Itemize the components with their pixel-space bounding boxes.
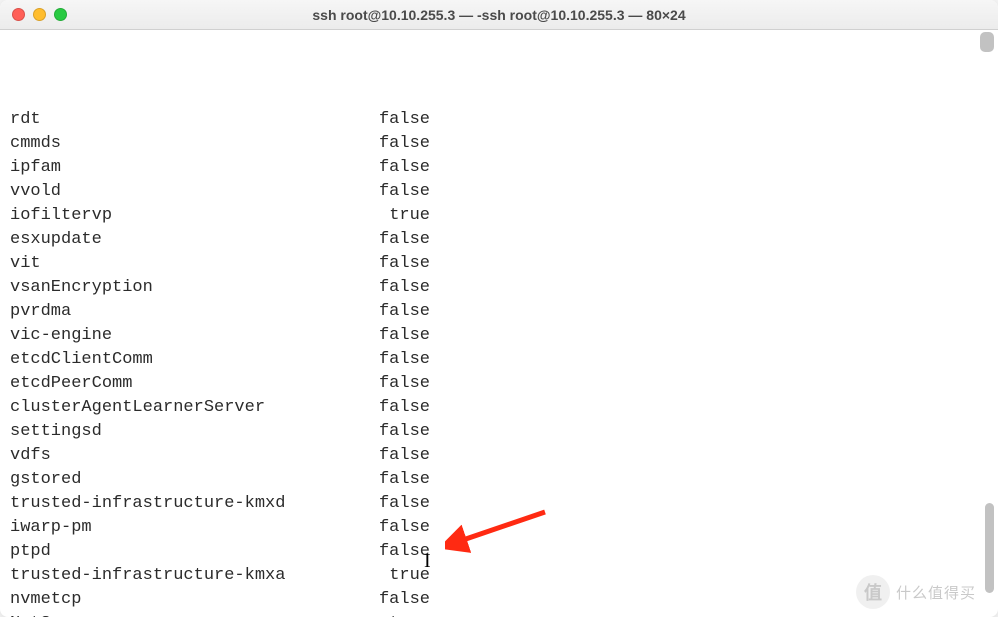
service-name: vvold bbox=[10, 180, 370, 204]
minimize-button[interactable] bbox=[33, 8, 46, 21]
output-row: trusted-infrastructure-kmxdfalse bbox=[10, 492, 988, 516]
service-name: vdfs bbox=[10, 444, 370, 468]
service-name: nvmetcp bbox=[10, 588, 370, 612]
service-name: esxupdate bbox=[10, 228, 370, 252]
service-value: false bbox=[370, 516, 430, 540]
service-value: false bbox=[370, 300, 430, 324]
service-value: false bbox=[370, 588, 430, 612]
service-value: false bbox=[370, 372, 430, 396]
scrollbar-thumb[interactable] bbox=[985, 503, 994, 593]
output-row: rdtfalse bbox=[10, 108, 988, 132]
watermark-text: 什么值得买 bbox=[896, 582, 976, 603]
output-row: ptpdfalse bbox=[10, 540, 988, 564]
service-value: false bbox=[370, 420, 430, 444]
service-value: true bbox=[370, 564, 430, 588]
service-name: trusted-infrastructure-kmxa bbox=[10, 564, 370, 588]
service-value: false bbox=[370, 276, 430, 300]
service-value: false bbox=[370, 228, 430, 252]
output-row: esxupdatefalse bbox=[10, 228, 988, 252]
service-name: etcdPeerComm bbox=[10, 372, 370, 396]
output-row: vvoldfalse bbox=[10, 180, 988, 204]
output-row: etcdPeerCommfalse bbox=[10, 372, 988, 396]
output-row: nvmetcpfalse bbox=[10, 588, 988, 612]
text-cursor-icon: I bbox=[424, 550, 431, 573]
output-row: iofiltervptrue bbox=[10, 204, 988, 228]
output-row: ipfamfalse bbox=[10, 156, 988, 180]
service-value: false bbox=[370, 252, 430, 276]
service-value: false bbox=[370, 108, 430, 132]
service-value: false bbox=[370, 180, 430, 204]
output-row: cmmdsfalse bbox=[10, 132, 988, 156]
service-name: rdt bbox=[10, 108, 370, 132]
output-row: gstoredfalse bbox=[10, 468, 988, 492]
window-title: ssh root@10.10.255.3 — -ssh root@10.10.2… bbox=[312, 7, 685, 23]
service-name: cmmds bbox=[10, 132, 370, 156]
service-value: false bbox=[370, 468, 430, 492]
service-value: false bbox=[370, 348, 430, 372]
service-name: clusterAgentLearnerServer bbox=[10, 396, 370, 420]
scrollbar[interactable] bbox=[978, 32, 994, 599]
output-row: trusted-infrastructure-kmxatrue bbox=[10, 564, 988, 588]
watermark: 值 什么值得买 bbox=[856, 575, 976, 609]
service-value: false bbox=[370, 396, 430, 420]
service-name: vsanEncryption bbox=[10, 276, 370, 300]
service-name: settingsd bbox=[10, 420, 370, 444]
window-controls bbox=[12, 8, 67, 21]
service-value: false bbox=[370, 324, 430, 348]
service-value: false bbox=[370, 156, 430, 180]
service-value: false bbox=[370, 540, 430, 564]
output-row: vdfsfalse bbox=[10, 444, 988, 468]
output-row: clusterAgentLearnerServerfalse bbox=[10, 396, 988, 420]
service-value: true bbox=[370, 612, 430, 617]
service-name: iofiltervp bbox=[10, 204, 370, 228]
service-value: true bbox=[370, 204, 430, 228]
service-name: ipfam bbox=[10, 156, 370, 180]
service-value: false bbox=[370, 132, 430, 156]
titlebar[interactable]: ssh root@10.10.255.3 — -ssh root@10.10.2… bbox=[0, 0, 998, 30]
output-row: vitfalse bbox=[10, 252, 988, 276]
scrollbar-indicator bbox=[980, 32, 994, 52]
output-row: settingsdfalse bbox=[10, 420, 988, 444]
service-name: etcdClientComm bbox=[10, 348, 370, 372]
maximize-button[interactable] bbox=[54, 8, 67, 21]
watermark-badge: 值 bbox=[856, 575, 890, 609]
output-row: pvrdmafalse bbox=[10, 300, 988, 324]
terminal-body[interactable]: rdtfalsecmmdsfalseipfamfalsevvoldfalseio… bbox=[0, 30, 998, 617]
service-name: vic-engine bbox=[10, 324, 370, 348]
service-name: pvrdma bbox=[10, 300, 370, 324]
output-row: iwarp-pmfalse bbox=[10, 516, 988, 540]
output-row: NutServertrue bbox=[10, 612, 988, 617]
terminal-window: ssh root@10.10.255.3 — -ssh root@10.10.2… bbox=[0, 0, 998, 617]
service-name: trusted-infrastructure-kmxd bbox=[10, 492, 370, 516]
service-value: false bbox=[370, 444, 430, 468]
service-value: false bbox=[370, 492, 430, 516]
output-row: vic-enginefalse bbox=[10, 324, 988, 348]
service-name: NutServer bbox=[10, 612, 370, 617]
close-button[interactable] bbox=[12, 8, 25, 21]
service-name: gstored bbox=[10, 468, 370, 492]
output-row: vsanEncryptionfalse bbox=[10, 276, 988, 300]
service-name: ptpd bbox=[10, 540, 370, 564]
output-row: etcdClientCommfalse bbox=[10, 348, 988, 372]
service-name: iwarp-pm bbox=[10, 516, 370, 540]
service-name: vit bbox=[10, 252, 370, 276]
